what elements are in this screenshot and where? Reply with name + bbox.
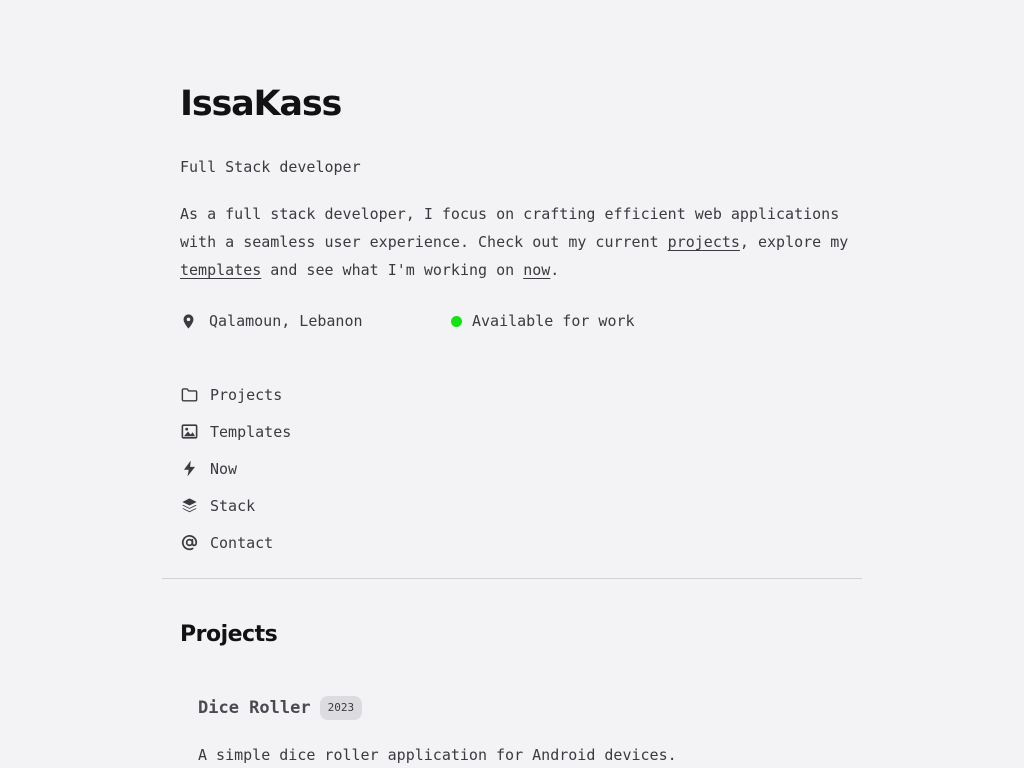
project-description: A simple dice roller application for And… [198,746,677,764]
at-sign-icon [180,533,199,552]
nav-item-label: Contact [210,533,274,552]
section-nav: Projects Templates Now Stack Contact [180,376,291,561]
nav-item-contact[interactable]: Contact [180,524,291,561]
project-card[interactable]: Dice Roller 2023 A simple dice roller ap… [198,694,858,764]
projects-link[interactable]: projects [668,233,740,251]
projects-section-title: Projects [180,622,278,647]
folder-icon [180,385,199,404]
templates-link[interactable]: templates [180,261,261,279]
section-divider [162,578,862,579]
year-badge: 2023 [319,696,363,720]
page-title: IssaKass [180,84,342,124]
availability-text: Available for work [472,312,635,330]
nav-item-stack[interactable]: Stack [180,487,291,524]
bio-text: and see what I'm working on [261,261,524,279]
nav-item-label: Now [210,459,238,478]
location-text: Qalamoun, Lebanon [209,312,363,330]
bio-text: . [550,261,560,279]
now-link[interactable]: now [523,261,550,279]
nav-item-templates[interactable]: Templates [180,413,291,450]
location: Qalamoun, Lebanon [180,310,363,332]
layers-icon [180,496,199,515]
bio-paragraph: As a full stack developer, I focus on cr… [180,200,860,284]
map-pin-icon [180,313,197,330]
project-header: Dice Roller 2023 [198,694,858,722]
nav-item-projects[interactable]: Projects [180,376,291,413]
image-icon [180,422,199,441]
nav-item-label: Templates [210,422,292,441]
bolt-icon [180,459,199,478]
nav-item-now[interactable]: Now [180,450,291,487]
nav-item-label: Projects [210,385,283,404]
availability-status: Available for work [451,310,635,332]
nav-item-label: Stack [210,496,256,515]
job-title: Full Stack developer [180,158,361,176]
bio-text: , explore my [739,233,849,251]
project-name[interactable]: Dice Roller [198,698,311,718]
status-dot-icon [451,315,462,327]
